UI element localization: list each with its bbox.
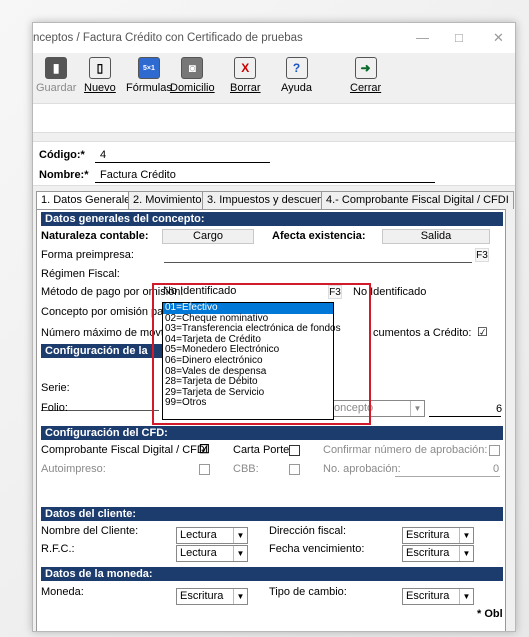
rfc-label: R.F.C.: xyxy=(41,543,75,555)
tipo-cambio-select[interactable]: Escritura ▼ xyxy=(402,588,474,605)
comprobante-label: Comprobante Fiscal Digital / CFDI xyxy=(41,444,208,456)
section-moneda: Datos de la moneda: xyxy=(41,567,503,581)
cbb-label: CBB: xyxy=(233,463,259,475)
chevron-down-icon: ▼ xyxy=(459,546,473,561)
tipo-cambio-label: Tipo de cambio: xyxy=(269,586,347,598)
confirmar-label: Confirmar número de aprobación: xyxy=(323,444,488,456)
rfc-select[interactable]: Lectura ▼ xyxy=(176,545,248,562)
header-fields: Código:* 4 Nombre:* Factura Crédito xyxy=(33,141,515,186)
save-button[interactable]: ▮ Guardar xyxy=(36,57,76,94)
tab-datos-generales[interactable]: 1. Datos Generales xyxy=(36,191,141,209)
direccion-label: Dirección fiscal: xyxy=(269,525,347,537)
afecta-button[interactable]: Salida xyxy=(382,229,490,244)
title-bar: nceptos / Factura Crédito con Certificad… xyxy=(33,23,515,53)
chevron-down-icon: ▼ xyxy=(233,528,247,543)
autoimpreso-checkbox[interactable] xyxy=(199,464,210,475)
section-cliente: Datos del cliente: xyxy=(41,507,503,521)
save-icon: ▮ xyxy=(45,57,68,79)
comprobante-checkbox[interactable]: ☑ xyxy=(199,442,210,456)
help-button[interactable]: ? Ayuda xyxy=(281,57,312,94)
chevron-down-icon: ▼ xyxy=(410,401,424,416)
nombre-cliente-select[interactable]: Lectura ▼ xyxy=(176,527,248,544)
highlight-box xyxy=(152,283,371,425)
chevron-down-icon: ▼ xyxy=(459,589,473,604)
folio-label: Folio: xyxy=(41,402,68,414)
folio-underline xyxy=(429,416,501,417)
delete-icon: X xyxy=(234,57,257,79)
vencimiento-label: Fecha vencimiento: xyxy=(269,543,365,555)
folio-value[interactable]: 6 xyxy=(496,403,502,415)
aprobacion-underline xyxy=(395,476,500,477)
forma-input[interactable] xyxy=(164,248,472,263)
codigo-label: Código:* xyxy=(39,149,85,161)
section-cfd: Configuración del CFD: xyxy=(41,426,503,440)
carta-porte-checkbox[interactable] xyxy=(289,445,300,456)
aprobacion-value[interactable]: 0 xyxy=(493,463,499,475)
formulas-button[interactable]: 5×1 Fórmulas xyxy=(126,57,172,94)
codigo-underline xyxy=(95,162,270,163)
delete-button[interactable]: X Borrar xyxy=(230,57,261,94)
codigo-field[interactable]: 4 xyxy=(100,149,106,161)
required-note: * Obl xyxy=(477,608,503,620)
cbb-checkbox[interactable] xyxy=(289,464,300,475)
aprobacion-label: No. aprobación: xyxy=(323,463,401,475)
tab-movimiento[interactable]: 2. Movimiento xyxy=(128,191,207,209)
vencimiento-select[interactable]: Escritura ▼ xyxy=(402,545,474,562)
direccion-select[interactable]: Escritura ▼ xyxy=(402,527,474,544)
minimize-icon[interactable]: — xyxy=(416,30,429,45)
carta-porte-label: Carta Porte xyxy=(233,444,290,456)
new-button[interactable]: ▯ Nuevo xyxy=(84,57,116,94)
close-door-icon: ➜ xyxy=(354,57,377,79)
tab-cfdi[interactable]: 4.- Comprobante Fiscal Digital / CFDI xyxy=(321,191,514,209)
documentos-label: cumentos a Crédito: xyxy=(373,327,472,339)
maximize-icon[interactable]: □ xyxy=(455,30,463,45)
naturaleza-label: Naturaleza contable: xyxy=(41,230,149,242)
window-title: nceptos / Factura Crédito con Certificad… xyxy=(33,32,303,44)
nombre-underline xyxy=(95,182,435,183)
nombre-cliente-label: Nombre del Cliente: xyxy=(41,525,139,537)
chevron-down-icon: ▼ xyxy=(233,589,247,604)
section-series: Configuración de la seri xyxy=(41,344,164,371)
toolbar-band xyxy=(33,103,515,133)
address-icon: ◙ xyxy=(181,57,204,79)
help-icon: ? xyxy=(285,57,308,79)
moneda-select[interactable]: Escritura ▼ xyxy=(176,588,248,605)
nombre-label: Nombre:* xyxy=(39,169,89,181)
close-button[interactable]: ➜ Cerrar xyxy=(350,57,381,94)
domicilio-button[interactable]: ◙ Domicilio xyxy=(170,57,215,94)
forma-label: Forma preimpresa: xyxy=(41,249,134,261)
autoimpreso-label: Autoimpreso: xyxy=(41,463,106,475)
afecta-label: Afecta existencia: xyxy=(272,230,366,242)
chevron-down-icon: ▼ xyxy=(233,546,247,561)
new-document-icon: ▯ xyxy=(88,57,111,79)
chevron-down-icon: ▼ xyxy=(459,528,473,543)
moneda-label: Moneda: xyxy=(41,586,84,598)
regimen-label: Régimen Fiscal: xyxy=(41,268,120,280)
formulas-icon: 5×1 xyxy=(137,57,160,79)
documentos-checkbox[interactable]: ☑ xyxy=(477,325,488,339)
close-icon[interactable]: ✕ xyxy=(493,30,504,46)
naturaleza-button[interactable]: Cargo xyxy=(162,229,254,244)
serie-label: Serie: xyxy=(41,382,70,394)
nombre-field[interactable]: Factura Crédito xyxy=(100,169,176,181)
section-datos-generales: Datos generales del concepto: xyxy=(41,212,503,226)
confirmar-checkbox[interactable] xyxy=(489,445,500,456)
tab-strip: 1. Datos Generales 2. Movimiento 3. Impu… xyxy=(36,191,515,209)
toolbar: ▮ Guardar ▯ Nuevo 5×1 Fórmulas ◙ Domicil… xyxy=(33,53,515,101)
forma-f3-button[interactable]: F3 xyxy=(475,248,489,262)
